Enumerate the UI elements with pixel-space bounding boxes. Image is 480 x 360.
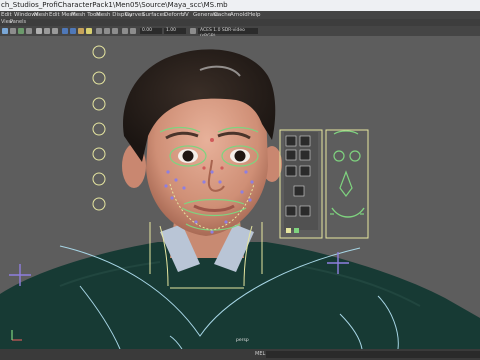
ambient-occlusion-icon[interactable] xyxy=(104,28,110,34)
smooth-shade-icon[interactable] xyxy=(70,28,76,34)
exposure-field[interactable]: 0.00 xyxy=(140,28,162,34)
xray-icon[interactable] xyxy=(130,28,136,34)
antialias-icon[interactable] xyxy=(112,28,118,34)
isolate-select-icon[interactable] xyxy=(122,28,128,34)
grid-icon[interactable] xyxy=(36,28,42,34)
viewport-3d[interactable]: persp xyxy=(0,36,480,349)
color-management-icon[interactable] xyxy=(190,28,196,34)
facial-picker-panel[interactable] xyxy=(279,129,323,239)
menu-edit[interactable]: Edit xyxy=(1,11,12,19)
gamma-field[interactable]: 1.00 xyxy=(164,28,186,34)
menu-uv[interactable]: UV xyxy=(181,11,189,19)
lights-icon[interactable] xyxy=(86,28,92,34)
main-menu-bar: Edit Windows Mesh Edit Mesh Mesh Tools M… xyxy=(0,11,480,19)
left-control-circles[interactable] xyxy=(92,45,106,211)
lock-camera-icon[interactable] xyxy=(10,28,16,34)
film-gate-icon[interactable] xyxy=(44,28,50,34)
mel-label[interactable]: MEL xyxy=(255,351,265,357)
panel-menu-panels[interactable]: Panels xyxy=(10,19,26,26)
panel-menu-bar: View Panels xyxy=(0,19,480,26)
shadows-icon[interactable] xyxy=(96,28,102,34)
menu-cache[interactable]: Cache xyxy=(214,11,231,19)
image-plane-icon[interactable] xyxy=(26,28,32,34)
menu-mesh[interactable]: Mesh xyxy=(34,11,48,19)
menu-surfaces[interactable]: Surfaces xyxy=(142,11,166,19)
command-line-bar: MEL xyxy=(0,349,480,360)
menu-help[interactable]: Help xyxy=(248,11,261,19)
expression-picker-panel[interactable] xyxy=(325,129,369,239)
camera-label: persp xyxy=(236,338,249,343)
textured-icon[interactable] xyxy=(78,28,84,34)
window-title: ch_Studios_ProfiCharacterPack1\Men05\Sou… xyxy=(1,1,228,9)
bookmark-icon[interactable] xyxy=(18,28,24,34)
resolution-gate-icon[interactable] xyxy=(52,28,58,34)
viewport-scene xyxy=(0,45,480,349)
command-input[interactable] xyxy=(266,351,480,358)
select-camera-icon[interactable] xyxy=(2,28,8,34)
menu-arnold[interactable]: Arnold xyxy=(230,11,248,19)
view-transform-select[interactable]: ACES 1.0 SDR-video (sRGB) xyxy=(198,28,258,39)
wireframe-icon[interactable] xyxy=(62,28,68,34)
